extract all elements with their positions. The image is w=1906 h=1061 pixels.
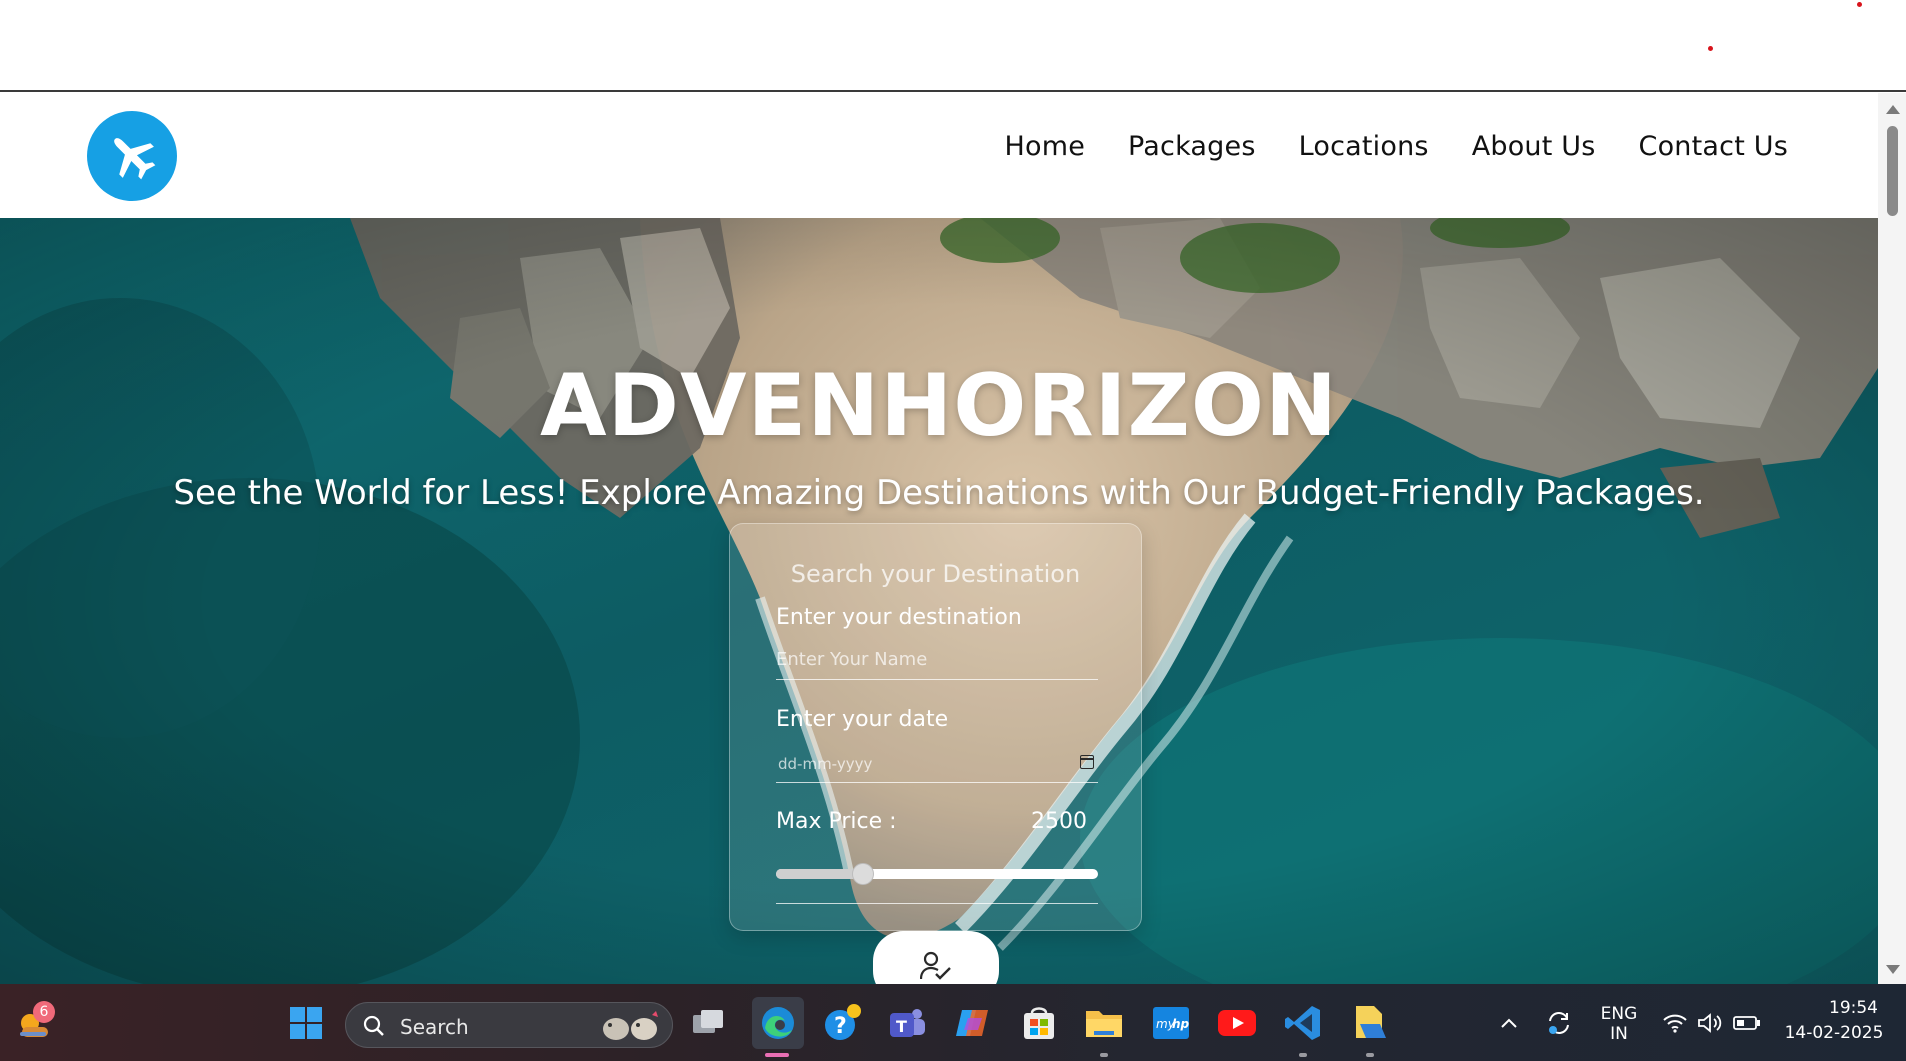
max-price-value: 2500 [1031,809,1087,834]
language-indicator[interactable]: ENG IN [1596,1004,1642,1044]
search-icon [363,1015,384,1036]
scroll-down-arrow[interactable] [1886,965,1900,974]
site-logo[interactable] [87,111,177,201]
calendar-icon[interactable] [1080,755,1094,769]
notification-badge: 6 [33,1001,55,1023]
user-check-icon [920,951,951,980]
svg-text:T: T [896,1017,907,1036]
submit-search-button[interactable] [873,931,999,984]
destination-search-form: Search your Destination Enter your desti… [729,523,1142,931]
hero-section: ADVENHORIZON See the World for Less! Exp… [0,218,1878,984]
vscode-running-indicator [1299,1053,1307,1057]
windows-start-icon[interactable] [286,1003,326,1043]
airplane-icon [114,138,156,180]
search-form-title: Search your Destination [790,560,1081,588]
destination-label: Enter your destination [776,605,1022,630]
folder-app-running-indicator [1366,1053,1374,1057]
myhp-icon[interactable]: my hp [1151,1003,1191,1043]
volume-icon[interactable] [1695,1003,1725,1043]
svg-text:hp: hp [1172,1017,1190,1031]
clock-date: 14-02-2025 [1784,1023,1884,1043]
site-header: Home Packages Locations About Us Contact… [0,93,1878,218]
slider-thumb[interactable] [851,863,874,885]
battery-icon[interactable] [1730,1003,1764,1043]
file-explorer-icon[interactable] [1084,1003,1124,1043]
form-divider [776,903,1098,904]
chevron-up-icon[interactable] [1494,1003,1524,1043]
clock[interactable]: 19:54 14-02-2025 [1774,998,1894,1043]
help-icon[interactable]: ? [822,1003,862,1043]
task-view-icon[interactable] [688,1003,728,1043]
scroll-thumb[interactable] [1887,126,1898,216]
explorer-running-indicator [1100,1053,1108,1057]
nav-packages-link[interactable]: Packages [1128,131,1256,162]
store-icon[interactable] [1019,1003,1059,1043]
edge-active-indicator [765,1053,789,1057]
hero-title: ADVENHORIZON [540,356,1338,456]
wifi-icon[interactable] [1660,1003,1690,1043]
hero-subtitle: See the World for Less! Explore Amazing … [173,473,1705,513]
browser-top-area [0,0,1906,92]
max-price-label: Max Price : [776,809,897,834]
date-input[interactable]: dd-mm-yyyy [776,743,1098,783]
svg-text:?: ? [834,1014,847,1039]
windows-taskbar: 6 Search ? T my hp ENG IN 19:54 14-02-20… [0,984,1906,1061]
date-label: Enter your date [776,707,949,732]
language-region: IN [1610,1024,1628,1044]
clock-time: 19:54 [1829,998,1878,1018]
red-dot-marker [1708,46,1713,51]
destination-input[interactable] [776,640,1098,680]
copilot-icon[interactable] [953,1003,993,1043]
youtube-icon[interactable] [1217,1003,1257,1043]
nav-about-link[interactable]: About Us [1472,131,1596,162]
nav-locations-link[interactable]: Locations [1299,131,1429,162]
max-price-slider[interactable] [776,863,1098,885]
search-highlight-illustration [603,1011,658,1040]
sync-icon[interactable] [1542,1003,1576,1043]
slider-fill [776,869,863,879]
edge-icon[interactable] [752,997,804,1049]
nav-home-link[interactable]: Home [1004,131,1085,162]
language-code: ENG [1600,1004,1638,1024]
page-scrollbar[interactable] [1878,93,1906,984]
page-viewport: Home Packages Locations About Us Contact… [0,93,1878,984]
teams-icon[interactable]: T [887,1003,927,1043]
main-nav: Home Packages Locations About Us Contact… [1004,131,1788,162]
date-placeholder: dd-mm-yyyy [778,755,873,773]
folder-app-icon[interactable] [1350,1003,1390,1043]
nav-contact-link[interactable]: Contact Us [1639,131,1788,162]
scroll-up-arrow[interactable] [1886,105,1900,114]
red-dot-marker [1857,2,1862,7]
taskbar-search-label: Search [400,1015,469,1039]
taskbar-search-box[interactable]: Search [345,1002,673,1048]
vscode-icon[interactable] [1283,1003,1323,1043]
